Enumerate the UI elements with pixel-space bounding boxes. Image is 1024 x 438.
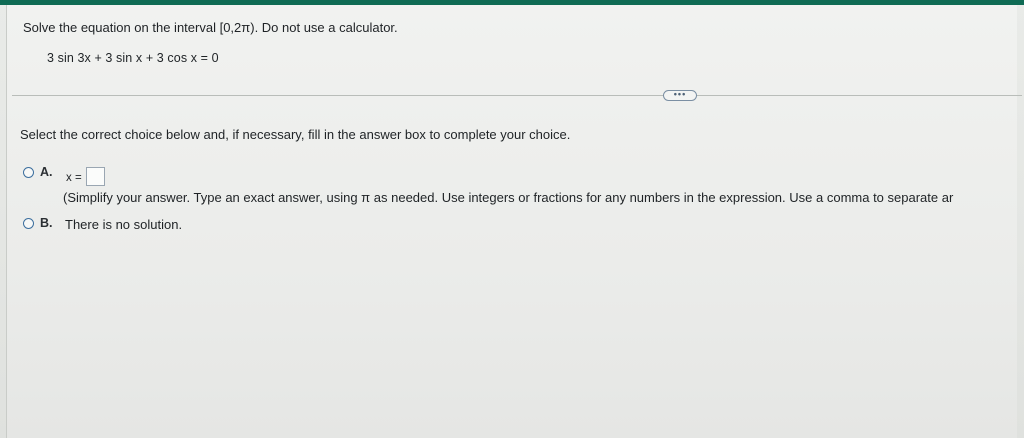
choice-a-letter: A.: [40, 165, 53, 179]
choice-b-text: There is no solution.: [65, 217, 183, 232]
choice-a-prefix: x =: [66, 172, 82, 184]
question-prompt: Solve the equation on the interval [0,2π…: [23, 20, 398, 35]
question-equation: 3 sin 3x + 3 sin x + 3 cos x = 0: [47, 51, 219, 65]
choice-b-radio[interactable]: [23, 218, 34, 229]
choice-b-letter: B.: [40, 216, 53, 230]
choice-a-hint: (Simplify your answer. Type an exact ans…: [63, 190, 954, 205]
choice-instruction: Select the correct choice below and, if …: [20, 127, 571, 142]
answer-input-box[interactable]: [86, 167, 105, 186]
more-options-button[interactable]: •••: [663, 90, 697, 101]
section-divider: [12, 95, 1022, 96]
choice-a-radio[interactable]: [23, 167, 34, 178]
